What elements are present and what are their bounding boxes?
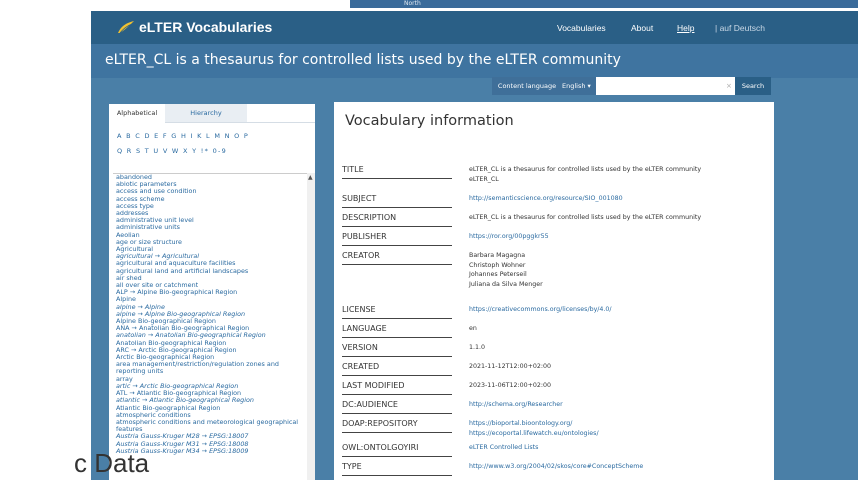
search-button[interactable]: Search — [735, 77, 771, 95]
property-label: DC:AUDIENCE — [342, 400, 452, 414]
property-label: OWL:ONTOLGOYIRI — [342, 443, 452, 457]
site-logo-text[interactable]: eLTER Vocabularies — [139, 19, 272, 35]
property-value-text: en — [469, 325, 477, 332]
search-input[interactable] — [596, 77, 735, 95]
property-label: LAST MODIFIED — [342, 381, 452, 395]
property-value: 2021-11-12T12:00+02:00 — [469, 362, 769, 372]
top-navigation-bar: eLTER Vocabularies Vocabularies About He… — [91, 11, 858, 44]
property-value-link[interactable]: http://schema.org/Researcher — [469, 400, 769, 410]
property-value-link[interactable]: https://ror.org/00pggkr55 — [469, 232, 769, 242]
clear-search-icon[interactable]: × — [726, 77, 732, 95]
vocabulary-information-title: Vocabulary information — [345, 113, 514, 129]
property-label: TYPE — [342, 462, 452, 476]
content-language-value: English — [562, 82, 586, 90]
property-value: http://www.w3.org/2004/02/skos/core#Conc… — [469, 462, 769, 472]
property-label: SUBJECT — [342, 194, 452, 208]
property-label: CREATED — [342, 362, 452, 376]
sidebar: Alphabetical Hierarchy A B C D E F G H I… — [109, 104, 315, 480]
background-map-label: North — [404, 0, 421, 7]
page-heading: eLTER_CL is a thesaurus for controlled l… — [105, 52, 621, 68]
background-map-strip — [350, 0, 858, 8]
property-value-link[interactable]: https://creativecommons.org/licenses/by/… — [469, 305, 769, 315]
scroll-up-arrow-icon[interactable]: ▲ — [308, 174, 313, 181]
property-value: http://schema.org/Researcher — [469, 400, 769, 410]
tab-alphabetical[interactable]: Alphabetical — [109, 104, 165, 123]
property-value-text: 2021-11-12T12:00+02:00 — [469, 363, 552, 370]
property-value-link[interactable]: https://ecoportal.lifewatch.eu/ontologie… — [469, 429, 769, 439]
property-label: TITLE — [342, 165, 452, 179]
property-value-link[interactable]: https://bioportal.bioontology.org/ — [469, 419, 769, 429]
property-label: DOAP:REPOSITORY — [342, 419, 452, 433]
concept-list-scrollbar[interactable] — [307, 173, 315, 480]
property-value: https://ror.org/00pggkr55 — [469, 232, 769, 242]
alphabet-index-row-2[interactable]: Q R S T U V W X Y !* 0-9 — [117, 146, 307, 156]
property-value: https://creativecommons.org/licenses/by/… — [469, 305, 769, 315]
property-value-link[interactable]: http://semanticscience.org/resource/SIO_… — [469, 194, 769, 204]
property-value-link[interactable]: http://www.w3.org/2004/02/skos/core#Conc… — [469, 462, 769, 472]
property-value: eLTER_CL is a thesaurus for controlled l… — [469, 165, 769, 184]
tab-hierarchy[interactable]: Hierarchy — [165, 104, 247, 122]
property-value-text: 2023-11-06T12:00+02:00 — [469, 382, 552, 389]
property-value-text: eLTER_CL — [469, 175, 499, 183]
content-language-label: Content language — [492, 77, 562, 95]
chevron-down-icon: ▾ — [585, 82, 591, 90]
property-label: PUBLISHER — [342, 232, 452, 246]
property-value-text: Juliana da Silva Menger — [469, 280, 543, 288]
nav-vocabularies-link[interactable]: Vocabularies — [557, 23, 606, 33]
property-value: 1.1.0 — [469, 343, 769, 353]
property-value-text: Barbara Magagna — [469, 252, 526, 259]
property-value-link[interactable]: eLTER Controlled Lists — [469, 443, 769, 453]
property-value: http://semanticscience.org/resource/SIO_… — [469, 194, 769, 204]
property-label: DESCRIPTION — [342, 213, 452, 227]
concept-list-item[interactable]: ALP → Alpine Bio-geographical Region — [113, 289, 307, 296]
concept-list-item[interactable]: atmospheric conditions and meteorologica… — [113, 418, 307, 433]
property-label: VERSION — [342, 343, 452, 357]
nav-help-link[interactable]: Help — [677, 23, 694, 33]
browser-window: eLTER Vocabularies Vocabularies About He… — [91, 11, 858, 480]
background-left — [0, 0, 100, 480]
background-data-text: c Data — [74, 448, 150, 478]
property-label: CREATOR — [342, 251, 452, 265]
property-value: 2023-11-06T12:00+02:00 — [469, 381, 769, 391]
leaf-logo-icon — [118, 21, 134, 34]
nav-about-link[interactable]: About — [631, 23, 653, 33]
property-label: LICENSE — [342, 305, 452, 319]
property-value: https://bioportal.bioontology.org/https:… — [469, 419, 769, 438]
property-value-text: Johannes Peterseil — [469, 271, 527, 278]
property-value-text: Christoph Wohner — [469, 261, 526, 269]
vocabulary-information-panel: Vocabulary information TITLE eLTER_CL is … — [334, 102, 774, 480]
property-value-text: eLTER_CL is a thesaurus for controlled l… — [469, 214, 702, 221]
alphabet-index-row-1[interactable]: A B C D E F G H I K L M N O P — [117, 131, 307, 141]
property-value: eLTER_CL is a thesaurus for controlled l… — [469, 213, 769, 223]
concept-list-item[interactable]: agricultural land and artificial landsca… — [113, 267, 307, 275]
concept-list-item[interactable]: administrative units — [113, 224, 307, 231]
property-label: LANGUAGE — [342, 324, 452, 338]
tab-divider — [165, 122, 315, 123]
nav-language-link[interactable]: | auf Deutsch — [715, 23, 765, 33]
property-value: en — [469, 324, 769, 334]
content-language-select[interactable]: English ▾ — [562, 77, 596, 95]
property-value: eLTER Controlled Lists — [469, 443, 769, 453]
concept-list-item[interactable]: area management/restriction/regulation z… — [113, 361, 307, 376]
property-value-text: 1.1.0 — [469, 344, 486, 351]
property-value: Barbara Magagna Christoph Wohner Johannes … — [469, 251, 769, 289]
concept-list: abandoned abiotic parameters access and us… — [113, 173, 307, 480]
property-value-text: eLTER_CL is a thesaurus for controlled l… — [469, 166, 702, 173]
